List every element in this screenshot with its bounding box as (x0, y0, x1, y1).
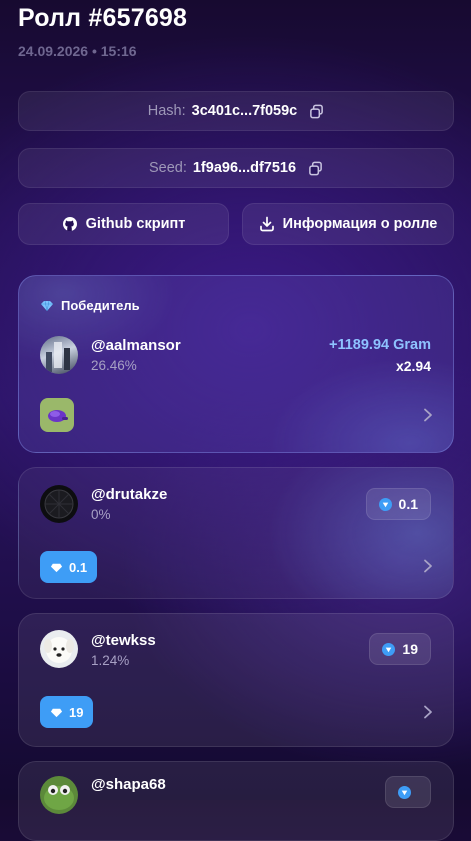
hash-field[interactable]: Hash: 3c401c...7f059c (18, 91, 454, 131)
player-percent: 1.24% (91, 653, 130, 668)
player-card[interactable]: @shapa68 (18, 761, 454, 841)
diamond-icon (398, 785, 411, 799)
roll-timestamp: 24.09.2026 • 15:16 (18, 43, 137, 59)
roll-info-label: Информация о ролле (282, 216, 438, 232)
github-icon (62, 217, 77, 231)
winner-amount: +1189.94 Gram (329, 337, 431, 353)
github-script-button[interactable]: Github скрипт (18, 203, 229, 245)
hash-label: Hash: (147, 103, 186, 119)
item-value: 19 (69, 704, 84, 720)
chevron-right-icon[interactable] (423, 408, 433, 422)
player-username[interactable]: @shapa68 (91, 776, 166, 793)
winner-label-row: Победитель (41, 298, 140, 313)
diamond-icon (382, 642, 396, 656)
gift-item-thumbnail[interactable] (40, 398, 74, 432)
bet-badge (385, 776, 431, 808)
bet-badge: 0.1 (365, 488, 431, 520)
player-card[interactable]: @tewkss 1.24% 19 19 (18, 613, 454, 747)
player-card[interactable]: @drutakze 0% 0.1 0.1 (18, 467, 454, 599)
avatar (40, 485, 78, 523)
bet-badge: 19 (369, 633, 431, 665)
diamond-icon (50, 708, 63, 717)
winner-card[interactable]: Победитель @aalmansor 26.46% +1189.94 Gr… (18, 275, 454, 453)
seed-label: Seed: (148, 160, 187, 176)
seed-value: 1f9a96...df7516 (192, 160, 297, 176)
item-value: 0.1 (69, 559, 88, 575)
copy-icon[interactable] (308, 161, 323, 176)
roll-info-button[interactable]: Информация о ролле (242, 203, 454, 245)
diamond-icon (378, 497, 392, 511)
seed-field[interactable]: Seed: 1f9a96...df7516 (18, 148, 454, 188)
download-icon (259, 216, 274, 232)
avatar (40, 776, 78, 814)
player-username[interactable]: @tewkss (91, 632, 156, 649)
chevron-right-icon[interactable] (423, 705, 433, 719)
avatar (40, 336, 78, 374)
copy-icon[interactable] (309, 104, 324, 119)
diamond-icon (50, 563, 63, 572)
avatar (40, 630, 78, 668)
hash-value: 3c401c...7f059c (191, 103, 298, 119)
player-username[interactable]: @drutakze (91, 486, 167, 503)
winner-percent: 26.46% (91, 358, 137, 373)
winner-multiplier: x2.94 (395, 358, 431, 374)
diamond-icon (41, 300, 53, 311)
bet-value: 19 (402, 641, 418, 657)
github-script-label: Github скрипт (85, 216, 186, 232)
bet-value: 0.1 (398, 496, 418, 512)
player-percent: 0% (91, 507, 111, 522)
page-title: Ролл #657698 (18, 4, 188, 32)
winner-label: Победитель (61, 298, 140, 313)
item-value-badge[interactable]: 0.1 (40, 551, 98, 583)
winner-username[interactable]: @aalmansor (91, 337, 181, 354)
item-value-badge[interactable]: 19 (40, 696, 94, 728)
chevron-right-icon[interactable] (423, 559, 433, 573)
